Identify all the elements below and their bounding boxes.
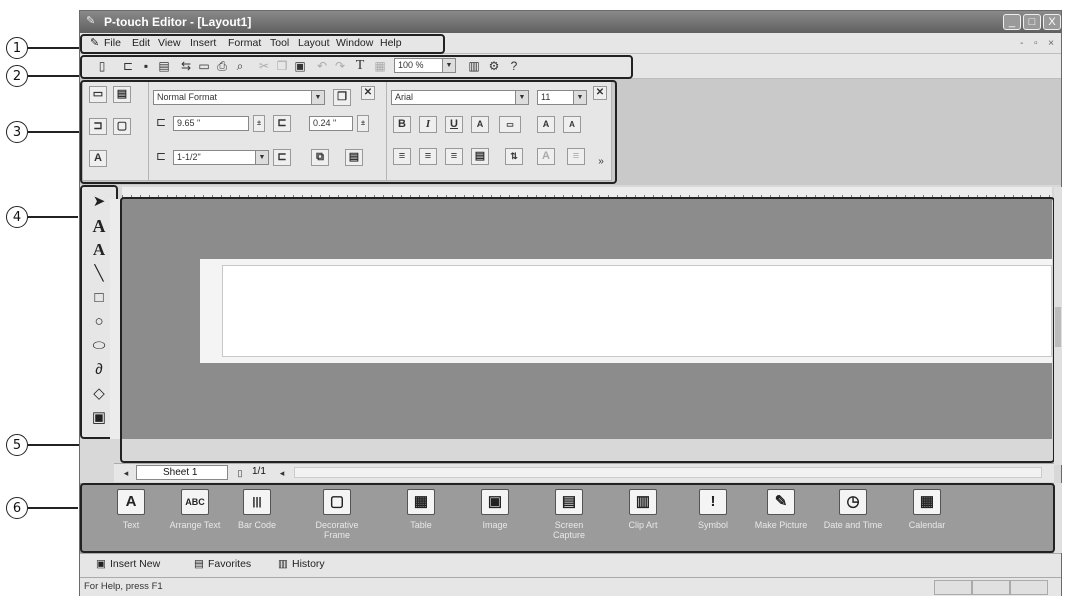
vertical-scrollbar[interactable] (1054, 187, 1062, 465)
sheet-tab-label: Sheet 1 (163, 467, 198, 478)
maximize-button[interactable]: □ (1023, 14, 1041, 30)
app-icon: ✎ (86, 15, 96, 27)
minimize-button[interactable]: _ (1003, 14, 1021, 30)
palette-tabs: ▣ Insert New ▤ Favorites ▥ History (80, 553, 1061, 578)
insert-new-icon: ▣ (96, 558, 106, 570)
palette-scrollbar[interactable] (1054, 483, 1062, 553)
tab-favorites[interactable]: Favorites (208, 558, 251, 570)
property-docks-frame (80, 80, 617, 184)
mdi-restore-button[interactable]: ▫ (1034, 37, 1038, 49)
window-title: P-touch Editor - [Layout1] (104, 15, 252, 29)
callout-5: 5 (6, 434, 28, 456)
app-window: ✎ P-touch Editor - [Layout1] _ □ X ✎ Fil… (79, 10, 1062, 596)
status-panel (934, 580, 972, 595)
canvas-frame (120, 197, 1055, 463)
callout-2-leader (28, 75, 80, 77)
next-page-icon[interactable]: ◂ (274, 465, 290, 481)
sheet-bar: ◂ Sheet 1 ▯ 1/1 ◂ (114, 463, 1054, 482)
property-docks: ▭ ▤ ⊐ ▢ A Normal Format ▼ ❐ ✕ ⊏ 9.65 " ± … (80, 79, 1061, 185)
horizontal-scrollbar[interactable] (294, 467, 1042, 478)
scroll-thumb[interactable] (1055, 307, 1061, 347)
title-bar[interactable]: ✎ P-touch Editor - [Layout1] _ □ X (80, 11, 1061, 33)
callout-3: 3 (6, 121, 28, 143)
callout-4: 4 (6, 206, 28, 228)
toolbar-frame (80, 55, 633, 79)
close-button[interactable]: X (1043, 14, 1061, 30)
palette-frame (80, 483, 1055, 553)
callout-2: 2 (6, 65, 28, 87)
callout-6-leader (28, 507, 78, 509)
callout-3-leader (28, 131, 80, 133)
callout-1: 1 (6, 37, 28, 59)
callout-4-leader (28, 216, 78, 218)
status-text: For Help, press F1 (84, 581, 163, 592)
status-panel (1010, 580, 1048, 595)
mdi-close-button[interactable]: × (1048, 37, 1054, 49)
sheet-tab[interactable]: Sheet 1 (136, 465, 228, 480)
mdi-minimize-button[interactable]: - (1020, 37, 1024, 49)
status-bar: For Help, press F1 (80, 577, 1061, 596)
prev-sheet-icon[interactable]: ◂ (118, 465, 134, 481)
tab-history[interactable]: History (292, 558, 325, 570)
callout-1-leader (28, 47, 80, 49)
add-sheet-icon[interactable]: ▯ (232, 465, 248, 481)
history-icon: ▥ (278, 558, 288, 570)
status-panel (972, 580, 1010, 595)
favorites-icon: ▤ (194, 558, 204, 570)
tab-insert-new[interactable]: Insert New (110, 558, 160, 570)
callout-6: 6 (6, 497, 28, 519)
menu-bar-frame (80, 34, 445, 54)
page-indicator: 1/1 (252, 466, 266, 477)
